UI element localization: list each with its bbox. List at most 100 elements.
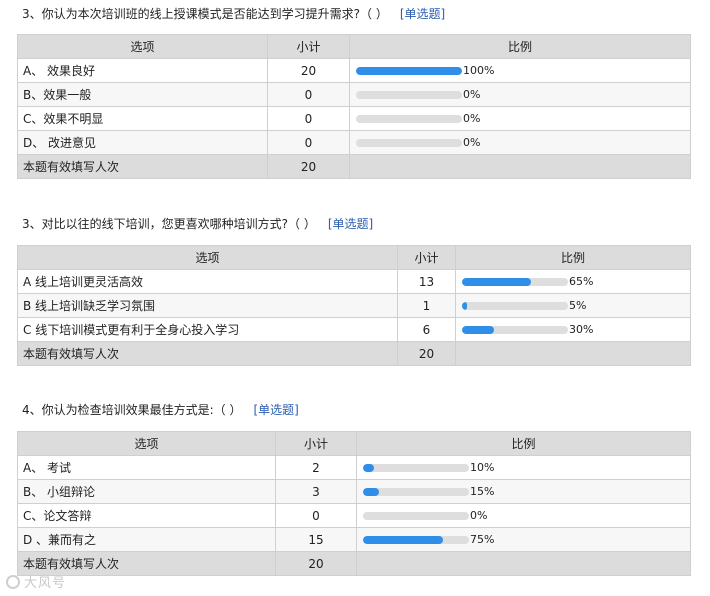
header-count: 小计 [275,431,357,456]
progress-bar-fill [356,66,462,75]
option-label: C、论文答辩 [17,503,276,528]
option-label: A、 效果良好 [17,58,268,83]
progress-bar-track [363,535,469,544]
progress-bar-track [462,325,568,334]
option-label: D 、兼而有之 [17,527,276,552]
percent-label: 100% [463,64,495,77]
total-label: 本题有效填写人次 [17,154,268,179]
table-row: B 线上培训缺乏学习氛围 1 5% [17,293,691,318]
option-label: B 线上培训缺乏学习氛围 [17,293,398,318]
header-count: 小计 [397,245,456,270]
question-text: 3、你认为本次培训班的线上授课模式是否能达到学习提升需求?（ ） [22,7,388,21]
progress-bar-track [462,277,568,286]
total-empty-cell [356,551,691,576]
question-title: 3、对比以往的线下培训，您更喜欢哪种培训方式?（ ） [单选题] [22,215,373,232]
progress-bar-track [363,463,469,472]
ratio-cell: 0% [349,106,691,131]
total-empty-cell [455,341,691,366]
option-count: 15 [275,527,357,552]
table-row: C、论文答辩 0 0% [17,503,691,528]
result-table: 选项 小计 比例 A、 考试 2 10% B、 小组辩论 3 15% C、论文答… [17,431,691,576]
ratio-cell: 0% [349,130,691,155]
table-row: C、效果不明显 0 0% [17,106,691,131]
option-count: 20 [267,58,350,83]
table-header-row: 选项 小计 比例 [17,431,691,456]
option-label: C 线下培训模式更有利于全身心投入学习 [17,317,398,342]
question-title: 3、你认为本次培训班的线上授课模式是否能达到学习提升需求?（ ） [单选题] [22,5,445,22]
ratio-cell: 30% [455,317,691,342]
percent-label: 75% [470,533,495,546]
result-table: 选项 小计 比例 A 线上培训更灵活高效 13 65% B 线上培训缺乏学习氛围… [17,245,691,366]
watermark: 大风号 [6,572,66,591]
progress-bar-fill [363,487,379,496]
option-count: 3 [275,479,357,504]
option-label: B、 小组辩论 [17,479,276,504]
question-title: 4、你认为检查培训效果最佳方式是:（ ） [单选题] [22,401,299,418]
progress-bar-track [356,90,462,99]
table-row: B、效果一般 0 0% [17,82,691,107]
table-row: B、 小组辩论 3 15% [17,479,691,504]
table-row: C 线下培训模式更有利于全身心投入学习 6 30% [17,317,691,342]
option-label: A、 考试 [17,455,276,480]
option-count: 1 [397,293,456,318]
progress-bar-fill [462,301,468,310]
result-table: 选项 小计 比例 A、 效果良好 20 100% B、效果一般 0 0% C、效… [17,34,691,179]
option-count: 13 [397,269,456,294]
table-row: D 、兼而有之 15 75% [17,527,691,552]
header-option: 选项 [17,245,398,270]
question-text: 4、你认为检查培训效果最佳方式是:（ ） [22,403,242,417]
total-count: 20 [267,154,350,179]
header-ratio: 比例 [349,34,691,59]
progress-bar-track [363,511,469,520]
table-header-row: 选项 小计 比例 [17,34,691,59]
table-row: D、 改进意见 0 0% [17,130,691,155]
question-text: 3、对比以往的线下培训，您更喜欢哪种培训方式?（ ） [22,217,316,231]
progress-bar-track [356,66,462,75]
total-row: 本题有效填写人次 20 [17,154,691,179]
ratio-cell: 75% [356,527,691,552]
progress-bar-track [462,301,568,310]
option-label: D、 改进意见 [17,130,268,155]
header-option: 选项 [17,34,268,59]
percent-label: 0% [463,112,481,125]
table-row: A、 效果良好 20 100% [17,58,691,83]
option-count: 0 [275,503,357,528]
progress-bar-fill [363,463,374,472]
percent-label: 0% [463,88,481,101]
percent-label: 5% [569,299,587,312]
percent-label: 65% [569,275,594,288]
ratio-cell: 5% [455,293,691,318]
header-ratio: 比例 [455,245,691,270]
percent-label: 0% [470,509,488,522]
option-count: 6 [397,317,456,342]
progress-bar-track [356,114,462,123]
percent-label: 15% [470,485,495,498]
total-row: 本题有效填写人次 20 [17,341,691,366]
table-row: A、 考试 2 10% [17,455,691,480]
progress-bar-fill [462,325,494,334]
ratio-cell: 65% [455,269,691,294]
option-label: C、效果不明显 [17,106,268,131]
total-count: 20 [275,551,357,576]
question-type-tag: [单选题] [399,7,446,21]
percent-label: 10% [470,461,495,474]
ratio-cell: 100% [349,58,691,83]
total-label: 本题有效填写人次 [17,341,398,366]
progress-bar-track [356,138,462,147]
option-label: A 线上培训更灵活高效 [17,269,398,294]
progress-bar-track [363,487,469,496]
question-type-tag: [单选题] [253,403,299,417]
header-ratio: 比例 [356,431,691,456]
total-row: 本题有效填写人次 20 [17,551,691,576]
progress-bar-fill [462,277,531,286]
progress-bar-fill [363,535,443,544]
table-row: A 线上培训更灵活高效 13 65% [17,269,691,294]
watermark-logo-icon [6,574,20,589]
option-count: 0 [267,106,350,131]
header-option: 选项 [17,431,276,456]
header-count: 小计 [267,34,350,59]
question-type-tag: [单选题] [327,217,374,231]
option-count: 0 [267,130,350,155]
table-header-row: 选项 小计 比例 [17,245,691,270]
percent-label: 30% [569,323,594,336]
